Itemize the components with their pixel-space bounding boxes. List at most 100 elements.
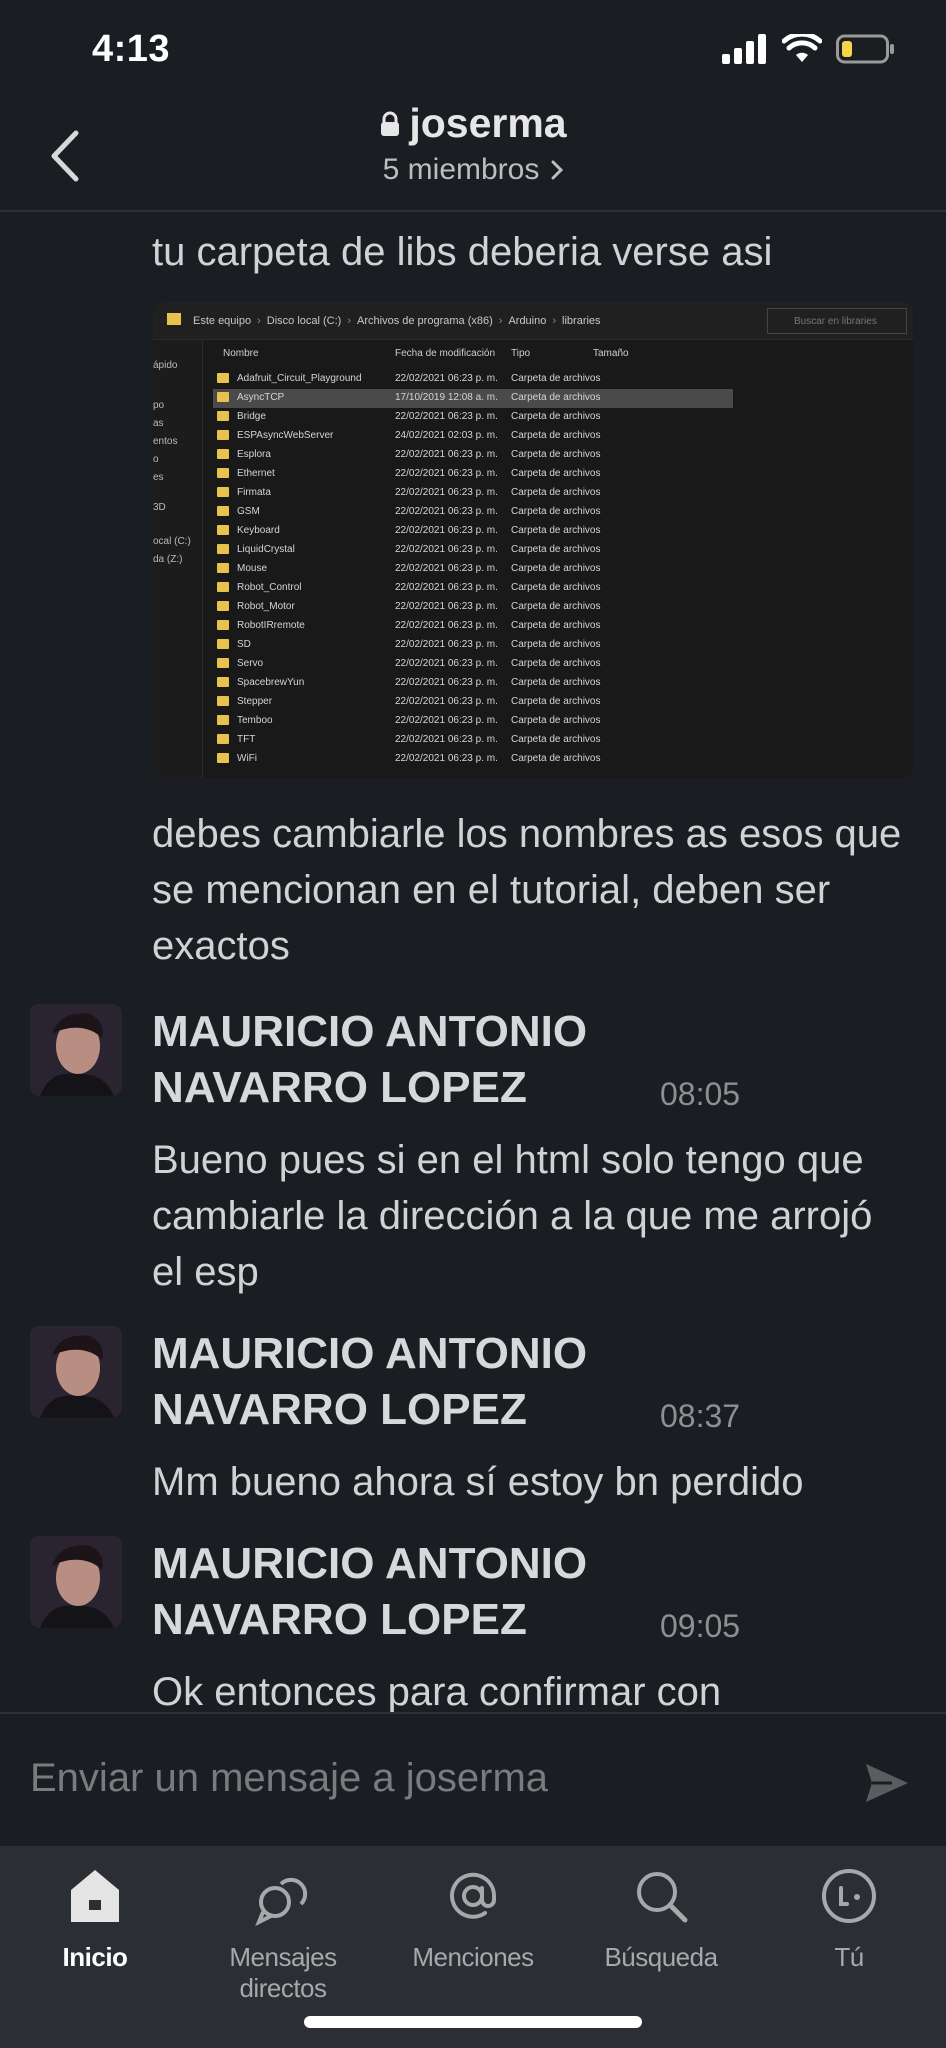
tab-label: Inicio xyxy=(62,1942,128,1972)
file-type: Carpeta de archivos xyxy=(511,468,601,479)
file-type: Carpeta de archivos xyxy=(511,582,601,593)
folder-icon xyxy=(217,563,229,573)
folder-icon xyxy=(217,582,229,592)
column-header: Tamaño xyxy=(593,348,629,359)
explorer-address-bar: Este equipo › Disco local (C:) › Archivos de… xyxy=(153,302,913,340)
file-name: Esplora xyxy=(237,449,271,460)
avatar-image xyxy=(30,1326,122,1418)
nav-item: o xyxy=(153,454,159,465)
nav-item: da (Z:) xyxy=(153,554,183,565)
breadcrumb-item: Este equipo xyxy=(193,314,252,327)
avatar-image xyxy=(30,1536,122,1628)
file-row: RobotIRremote 22/02/2021 06:23 p. m. Carpe… xyxy=(213,617,913,636)
file-date: 22/02/2021 06:23 p. m. xyxy=(395,601,498,612)
file-date: 22/02/2021 06:23 p. m. xyxy=(395,734,498,745)
avatar[interactable] xyxy=(30,1004,122,1096)
file-date: 22/02/2021 06:23 p. m. xyxy=(395,715,498,726)
breadcrumb-item: Disco local (C:) xyxy=(266,314,342,327)
column-header: Nombre xyxy=(223,348,259,359)
file-type: Carpeta de archivos xyxy=(511,563,601,574)
breadcrumb-separator: › xyxy=(498,314,503,327)
folder-icon xyxy=(217,487,229,497)
file-name: WiFi xyxy=(237,753,257,764)
file-row: SD 22/02/2021 06:23 p. m. Carpeta de archi… xyxy=(213,636,913,655)
nav-item: ocal (C:) xyxy=(153,536,191,547)
file-name: Keyboard xyxy=(237,525,280,536)
status-icons xyxy=(722,34,896,64)
wifi-icon xyxy=(782,34,822,62)
explorer-column-headers: Nombre Fecha de modificación Tipo Tamaño xyxy=(213,348,913,370)
member-count[interactable]: 5 miembros xyxy=(383,153,564,187)
explorer-nav-pane: ápido po as entos o es 3D ocal (C:) da (Z:) xyxy=(153,340,203,778)
file-name: Temboo xyxy=(237,715,273,726)
avatar[interactable] xyxy=(30,1536,122,1628)
tab-profile[interactable]: Tú xyxy=(754,1864,944,1973)
file-type: Carpeta de archivos xyxy=(511,734,601,745)
folder-icon xyxy=(217,525,229,535)
battery-icon xyxy=(836,34,894,64)
message-input[interactable]: Enviar un mensaje a joserma xyxy=(30,1756,548,1801)
attached-image[interactable]: Este equipo › Disco local (C:) › Archivos de… xyxy=(153,302,913,778)
home-indicator xyxy=(304,2016,642,2028)
tab-label: Mensajes directos xyxy=(229,1942,337,2003)
folder-icon xyxy=(217,449,229,459)
file-type: Carpeta de archivos xyxy=(511,658,601,669)
file-type: Carpeta de archivos xyxy=(511,525,601,536)
file-type: Carpeta de archivos xyxy=(511,487,601,498)
cellular-signal-icon xyxy=(722,34,766,64)
file-date: 22/02/2021 06:23 p. m. xyxy=(395,753,498,764)
file-row: SpacebrewYun 22/02/2021 06:23 p. m. Carpet… xyxy=(213,674,913,693)
file-date: 22/02/2021 06:23 p. m. xyxy=(395,582,498,593)
folder-icon xyxy=(217,601,229,611)
file-date: 22/02/2021 06:23 p. m. xyxy=(395,639,498,650)
tab-search[interactable]: Búsqueda xyxy=(566,1864,756,1973)
column-header: Tipo xyxy=(511,348,531,359)
explorer-breadcrumb: Este equipo › Disco local (C:) › Archivos de… xyxy=(193,315,601,327)
file-name: GSM xyxy=(237,506,260,517)
send-button[interactable] xyxy=(862,1758,912,1808)
tab-label: Tú xyxy=(834,1942,864,1972)
file-row: Stepper 22/02/2021 06:23 p. m. Carpeta de … xyxy=(213,693,913,712)
message-list[interactable]: tu carpeta de libs deberia verse asi Est… xyxy=(0,214,946,1712)
explorer-search: Buscar en libraries xyxy=(767,308,907,334)
status-time: 4:13 xyxy=(92,28,171,70)
folder-icon xyxy=(217,373,229,383)
chevron-right-icon xyxy=(551,160,564,180)
file-type: Carpeta de archivos xyxy=(511,601,601,612)
breadcrumb-separator: › xyxy=(257,314,261,327)
folder-icon xyxy=(217,620,229,630)
folder-icon xyxy=(217,468,229,478)
avatar[interactable] xyxy=(30,1326,122,1418)
file-name: SpacebrewYun xyxy=(237,677,305,688)
folder-icon xyxy=(217,734,229,744)
tab-direct-messages[interactable]: Mensajes directos xyxy=(188,1864,378,2004)
folder-icon xyxy=(217,715,229,725)
file-date: 22/02/2021 06:23 p. m. xyxy=(395,506,498,517)
nav-item: ápido xyxy=(153,360,178,371)
member-count-label: 5 miembros xyxy=(382,153,540,186)
file-name: Robot_Control xyxy=(237,582,302,593)
tab-mentions[interactable]: Menciones xyxy=(378,1864,568,1973)
file-row: Mouse 22/02/2021 06:23 p. m. Carpeta de ar… xyxy=(213,560,913,579)
search-icon xyxy=(637,1872,688,1923)
file-type: Carpeta de archivos xyxy=(511,715,601,726)
file-type: Carpeta de archivos xyxy=(511,449,601,460)
file-type: Carpeta de archivos xyxy=(511,506,601,517)
file-row: AsyncTCP 17/10/2019 12:08 a. m. Carpeta de… xyxy=(213,389,733,408)
file-name: TFT xyxy=(237,734,256,745)
message-time: 08:37 xyxy=(660,1398,741,1434)
message-text: Ok entonces para confirmar con xyxy=(152,1670,722,1712)
nav-item: entos xyxy=(153,436,178,447)
channel-header: joserma 5 miembros xyxy=(0,100,946,212)
file-row: Servo 22/02/2021 06:23 p. m. Carpeta de ar… xyxy=(213,655,913,674)
file-type: Carpeta de archivos xyxy=(511,544,601,555)
file-type: Carpeta de archivos xyxy=(511,753,601,764)
file-name: LiquidCrystal xyxy=(237,544,295,555)
file-name: Firmata xyxy=(237,487,271,498)
channel-info[interactable]: joserma 5 miembros xyxy=(0,100,946,187)
file-type: Carpeta de archivos xyxy=(511,392,601,403)
file-type: Carpeta de archivos xyxy=(511,411,601,422)
message-composer[interactable]: Enviar un mensaje a joserma xyxy=(0,1712,946,1846)
file-row: Firmata 22/02/2021 06:23 p. m. Carpeta de … xyxy=(213,484,913,503)
tab-home[interactable]: Inicio xyxy=(0,1864,190,1973)
